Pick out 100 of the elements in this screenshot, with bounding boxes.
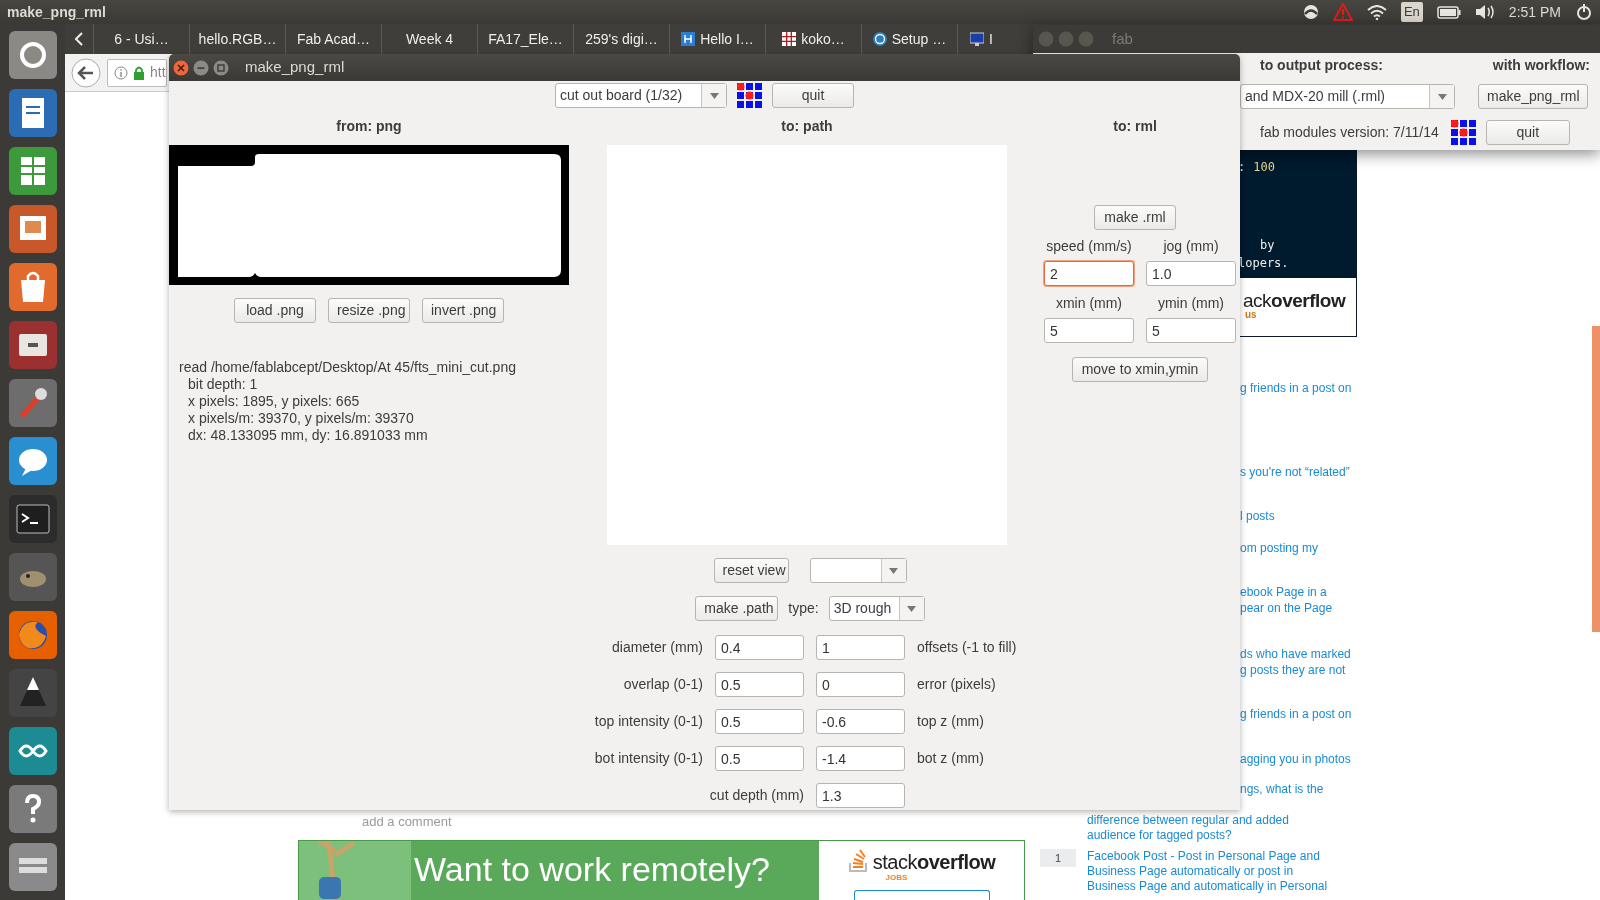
question-link[interactable]: ebook Page in a pear on the Page [1240, 556, 1390, 616]
png-button[interactable]: resize .png [328, 298, 410, 323]
banner-ad[interactable]: Want to work remotely? stackoverflow JOBS [298, 840, 1025, 900]
question-link[interactable]: g friends in a post on [1240, 380, 1390, 396]
document-icon[interactable] [7, 88, 58, 138]
ink-pen-icon[interactable] [7, 668, 58, 718]
question-link[interactable]: om posting my [1240, 524, 1390, 556]
make-rml-button[interactable]: make .rml [1094, 205, 1176, 230]
drawer-icon[interactable] [7, 320, 58, 370]
field-label: offsets (-1 to fill) [917, 638, 1018, 657]
question-mark-icon[interactable] [7, 784, 58, 834]
quit-button[interactable]: quit [1485, 120, 1570, 145]
file-info-text: dx: 48.133095 mm, dy: 16.891033 mm [187, 427, 429, 444]
wifi-icon[interactable] [1366, 4, 1387, 20]
column-heading: to: path [780, 117, 834, 136]
parameter-input-field[interactable]: 0.5 [715, 746, 804, 771]
caret-icon [907, 605, 917, 612]
keyboard-layout-indicator[interactable]: En [1400, 2, 1423, 22]
brand-subtitle: JOBS [885, 873, 908, 882]
field-label: top intensity (0-1) [593, 712, 703, 731]
type-dropdown[interactable]: 3D rough [828, 596, 925, 621]
code-line: by [1259, 237, 1276, 254]
file-info-text: x pixels/m: 39370, y pixels/m: 39370 [187, 410, 415, 427]
chat-bubble-icon[interactable] [7, 436, 58, 486]
quit-button[interactable]: quit [772, 83, 854, 108]
rml-input-field[interactable]: 2 [1044, 261, 1134, 286]
parameter-input-field[interactable]: 0.4 [715, 635, 804, 660]
question-link[interactable]: s you're not “related” [1240, 396, 1390, 480]
vote-count: 1 [1040, 849, 1076, 867]
circle-logo-icon [872, 32, 887, 46]
parameter-input-field[interactable]: 1 [816, 635, 905, 660]
png-button[interactable]: invert .png [422, 298, 504, 323]
reset-view-button[interactable]: reset view [713, 558, 789, 583]
parameter-input-field[interactable]: 0 [816, 672, 905, 697]
stack-icon[interactable] [7, 842, 58, 892]
png-button[interactable]: load .png [234, 298, 316, 323]
spreadsheet-icon[interactable] [7, 146, 58, 196]
banner-button[interactable] [853, 890, 990, 900]
type-label: type: [788, 599, 819, 618]
code-line: lopers. [1238, 255, 1290, 272]
field-label: jog (mm) [1162, 237, 1220, 256]
stacked-trays-icon [847, 849, 870, 873]
logo-icon [737, 83, 762, 108]
brand-subtitle: us [1244, 310, 1258, 320]
speaker-icon[interactable] [1474, 4, 1495, 20]
parameter-input-field[interactable]: 0.5 [715, 709, 804, 734]
network-icon[interactable] [1302, 4, 1319, 20]
parameter-input-field[interactable]: -1.4 [816, 746, 905, 771]
infinity-icon[interactable] [7, 726, 58, 776]
question-link[interactable]: difference between regular and added audience for tagged posts? [1087, 813, 1289, 843]
code-line: : 100 [1238, 159, 1276, 176]
shopping-bag-icon[interactable] [7, 262, 58, 312]
move-button[interactable]: move to xmin,ymin [1072, 357, 1208, 382]
question-link[interactable]: ds who have marked g posts they are not [1240, 616, 1390, 678]
column-heading: from: png [335, 117, 403, 136]
lock-icon [133, 65, 145, 80]
workflow-button[interactable]: make_png_rml [1478, 84, 1588, 109]
power-icon[interactable] [1575, 3, 1593, 21]
parameter-input-field[interactable]: 1.3 [816, 783, 905, 808]
output-process-dropdown[interactable]: and MDX-20 mill (.rml) [1240, 84, 1455, 109]
field-label: diameter (mm) [611, 638, 703, 657]
maximize-icon[interactable] [213, 59, 229, 76]
close-icon[interactable] [173, 59, 189, 76]
terminal-icon[interactable] [7, 494, 58, 544]
field-label: overlap (0-1) [622, 675, 703, 694]
banner-headline: Want to work remotely? [413, 849, 771, 890]
window-title: make_png_rml [7, 2, 106, 22]
field-label: speed (mm/s) [1045, 237, 1133, 256]
parameter-input-field[interactable]: 0.5 [715, 672, 804, 697]
make-path-button[interactable]: make .path [695, 596, 779, 621]
wrench-icon[interactable] [7, 378, 58, 428]
question-link[interactable]: ngs, what is the [1240, 767, 1390, 797]
rml-input-field[interactable]: 5 [1044, 318, 1134, 343]
parameter-input-field[interactable]: -0.6 [816, 709, 905, 734]
field-label: cut depth (mm) [708, 786, 804, 805]
question-link[interactable]: Facebook Post - Post in Personal Page and Business Page automatically or post in Business Page and automatically in Personal [1087, 849, 1328, 894]
question-link[interactable]: l posts [1240, 480, 1390, 524]
brand-logo-text: ackoverflow [1242, 289, 1347, 310]
field-label: error (pixels) [917, 675, 997, 694]
mode-dropdown[interactable]: cut out board (1/32) [555, 83, 727, 108]
brand-logo-text: stackoverflow [872, 851, 996, 873]
question-link[interactable]: agging you in photos [1240, 722, 1390, 767]
info-icon [114, 65, 128, 80]
field-label: bot intensity (0-1) [593, 749, 703, 768]
field-label: top z (mm) [917, 712, 985, 731]
scrollbar-thumb[interactable] [1592, 326, 1600, 632]
file-info-text: x pixels: 1895, y pixels: 665 [187, 393, 361, 410]
globe-icon[interactable] [7, 610, 58, 660]
column-heading: to: rml [1113, 117, 1157, 136]
caret-icon [889, 567, 898, 574]
address-bar[interactable]: htt [107, 58, 167, 87]
ubuntu-logo-icon[interactable] [7, 30, 58, 80]
clock[interactable]: 2:51 PM [1508, 1, 1561, 23]
logo-icon [1450, 120, 1476, 145]
question-link[interactable]: g friends in a post on [1240, 678, 1390, 722]
rml-input-field[interactable]: 5 [1146, 318, 1236, 343]
presentation-icon[interactable] [7, 204, 58, 254]
minimize-icon[interactable] [193, 59, 209, 76]
battery-icon[interactable] [1436, 5, 1461, 19]
rml-input-field[interactable]: 1.0 [1146, 261, 1236, 286]
